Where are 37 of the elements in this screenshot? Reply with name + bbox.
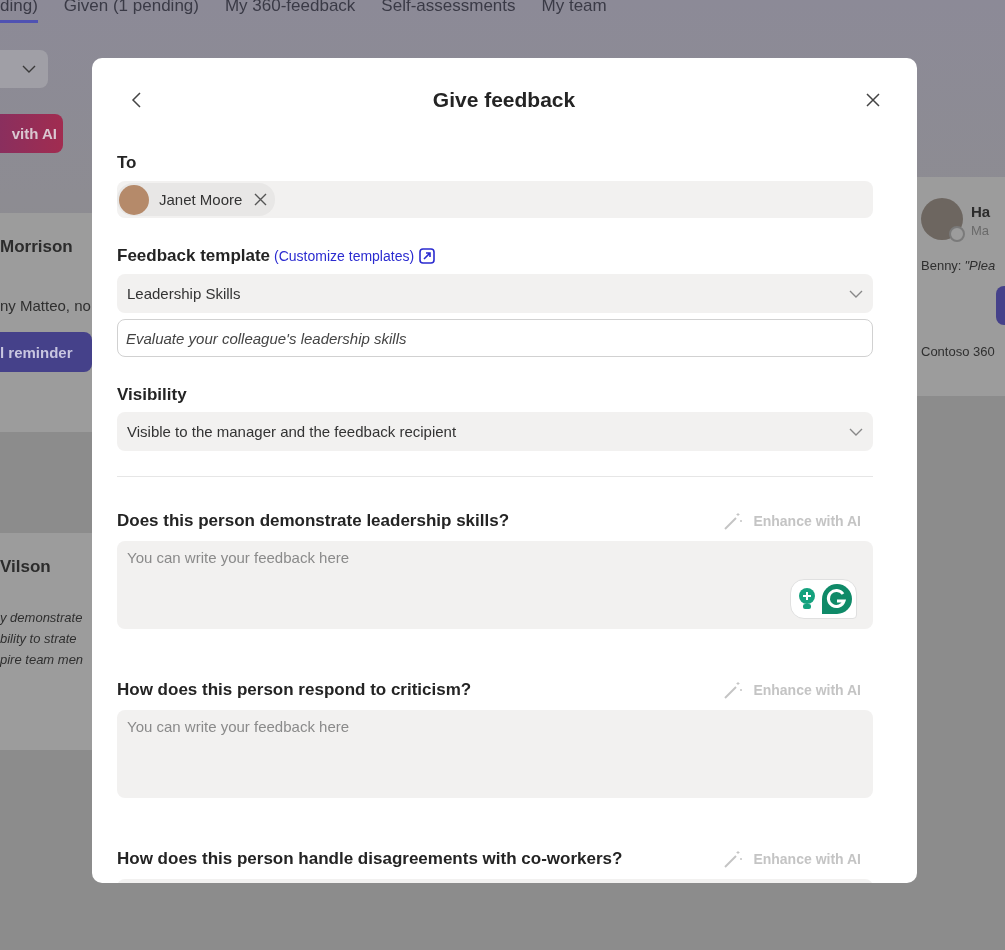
- question-label: How does this person respond to criticism?: [117, 680, 472, 700]
- quote-text: y demonstrate: [0, 609, 84, 627]
- visibility-label: Visibility: [117, 385, 188, 405]
- to-label: To: [117, 153, 138, 173]
- open-external-icon[interactable]: [418, 247, 437, 265]
- quote-text: bility to strate: [0, 630, 78, 648]
- template-select[interactable]: Leadership Skills: [117, 274, 873, 313]
- visibility-select[interactable]: Visible to the manager and the feedback recipient: [117, 412, 873, 451]
- dialog-title: Give feedback: [432, 88, 576, 112]
- question-label: How does this person handle disagreements with co-workers?: [117, 849, 623, 869]
- question-label: Does this person demonstrate leadership skills?: [117, 511, 510, 531]
- quote-text: pire team men: [0, 651, 85, 669]
- page-tab[interactable]: My team: [541, 0, 607, 23]
- message-text: "Plea: [964, 257, 996, 275]
- g-logo-icon: [821, 583, 853, 615]
- recipient-name: Janet Moore: [159, 191, 243, 208]
- customize-templates-link[interactable]: (Customize templates): [274, 248, 415, 264]
- reminder-button[interactable]: l reminder: [0, 332, 92, 372]
- ai-button[interactable]: vith AI: [0, 114, 63, 153]
- feedback-textarea[interactable]: You can write your feedback here: [117, 541, 873, 629]
- presence-icon: [949, 226, 965, 242]
- sender-name: Benny:: [921, 257, 962, 275]
- feedback-textarea[interactable]: You can write your feedback here: [117, 710, 873, 798]
- person-name: Vilson: [0, 557, 52, 577]
- recipient-field[interactable]: Janet Moore: [117, 181, 873, 218]
- lightbulb-icon: [797, 587, 817, 611]
- description-field[interactable]: Evaluate your colleague's leadership skills: [117, 319, 873, 357]
- footer-text: Contoso 360: [921, 343, 996, 361]
- request-text: ny Matteo, no: [0, 296, 92, 316]
- writing-assistant-widget[interactable]: [790, 579, 857, 619]
- person-name: Morrison: [0, 237, 74, 257]
- avatar: [119, 184, 149, 215]
- template-label: Feedback template: [117, 246, 271, 266]
- magic-wand-icon: [723, 849, 744, 869]
- magic-wand-icon: [723, 511, 744, 531]
- person-name: Ha: [971, 203, 991, 220]
- magic-wand-icon: [723, 680, 744, 700]
